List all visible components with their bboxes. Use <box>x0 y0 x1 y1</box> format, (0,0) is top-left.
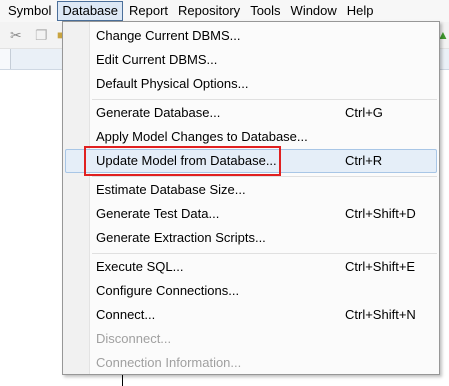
menu-item-generate-test-data[interactable]: Generate Test Data... Ctrl+Shift+D <box>65 202 437 226</box>
copy-icon[interactable]: ❐ <box>35 26 48 44</box>
menu-item-label: Default Physical Options... <box>96 76 249 91</box>
menu-item-disconnect: Disconnect... <box>65 327 437 351</box>
menu-item-label: Generate Database... <box>96 105 221 120</box>
menu-item-shortcut: Ctrl+Shift+E <box>345 259 416 274</box>
menu-item-label: Generate Extraction Scripts... <box>96 230 266 245</box>
tab-stub[interactable] <box>0 49 11 69</box>
cut-icon[interactable]: ✂ <box>10 26 22 44</box>
menu-item-label: Execute SQL... <box>96 259 184 274</box>
menu-item-update-model-from-database[interactable]: Update Model from Database... Ctrl+R <box>65 149 437 173</box>
menu-item-change-current-dbms[interactable]: Change Current DBMS... <box>65 24 437 48</box>
menu-item-edit-current-dbms[interactable]: Edit Current DBMS... <box>65 48 437 72</box>
menu-separator <box>92 176 437 177</box>
menu-item-estimate-database-size[interactable]: Estimate Database Size... <box>65 178 437 202</box>
menu-item-label: Generate Test Data... <box>96 206 220 221</box>
menu-item-shortcut: Ctrl+G <box>345 105 383 120</box>
menu-item-label: Connection Information... <box>96 355 242 370</box>
menu-symbol[interactable]: Symbol <box>0 0 56 22</box>
menu-item-label: Apply Model Changes to Database... <box>96 129 308 144</box>
menu-item-label: Configure Connections... <box>96 283 240 298</box>
menu-report[interactable]: Report <box>124 0 173 22</box>
menu-item-connect[interactable]: Connect... Ctrl+Shift+N <box>65 303 437 327</box>
menu-separator <box>92 253 437 254</box>
menu-item-connection-information: Connection Information... <box>65 351 437 375</box>
menu-item-label: Estimate Database Size... <box>96 182 246 197</box>
menu-item-shortcut: Ctrl+R <box>345 153 383 168</box>
menu-separator <box>92 99 437 100</box>
menu-item-label: Connect... <box>96 307 156 322</box>
menu-window[interactable]: Window <box>286 0 342 22</box>
menu-item-label: Update Model from Database... <box>96 153 277 168</box>
menu-item-label: Disconnect... <box>96 331 172 346</box>
screen: Symbol Database Report Repository Tools … <box>0 0 449 386</box>
menu-item-configure-connections[interactable]: Configure Connections... <box>65 279 437 303</box>
menu-item-shortcut: Ctrl+Shift+D <box>345 206 416 221</box>
menu-database[interactable]: Database <box>57 1 124 21</box>
menu-item-default-physical-options[interactable]: Default Physical Options... <box>65 72 437 96</box>
menu-item-execute-sql[interactable]: Execute SQL... Ctrl+Shift+E <box>65 255 437 279</box>
database-menu: Change Current DBMS... Edit Current DBMS… <box>62 21 440 375</box>
menu-repository[interactable]: Repository <box>173 0 245 22</box>
menu-item-generate-extraction-scripts[interactable]: Generate Extraction Scripts... <box>65 226 437 250</box>
menu-item-label: Change Current DBMS... <box>96 28 241 43</box>
menu-bar: Symbol Database Report Repository Tools … <box>0 0 449 22</box>
menu-item-apply-model-changes[interactable]: Apply Model Changes to Database... <box>65 125 437 149</box>
menu-item-shortcut: Ctrl+Shift+N <box>345 307 416 322</box>
menu-tools[interactable]: Tools <box>245 0 285 22</box>
menu-help[interactable]: Help <box>342 0 379 22</box>
menu-item-generate-database[interactable]: Generate Database... Ctrl+G <box>65 101 437 125</box>
menu-item-label: Edit Current DBMS... <box>96 52 218 67</box>
